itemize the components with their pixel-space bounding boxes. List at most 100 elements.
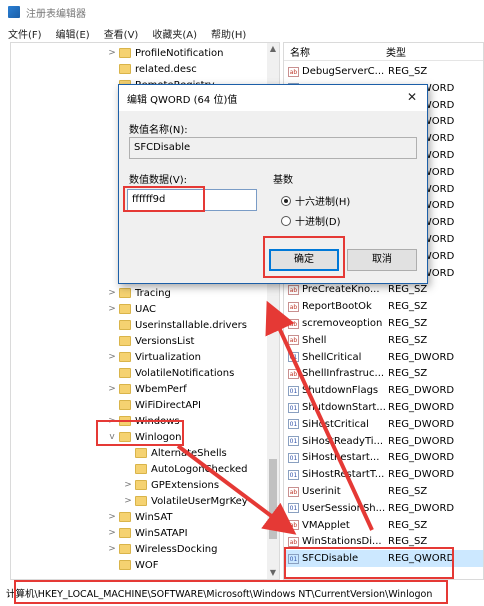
- string-value-icon: ab: [288, 486, 299, 497]
- tree-item[interactable]: > WirelessDocking: [107, 541, 217, 557]
- binary-value-icon: 01: [288, 419, 299, 430]
- chevron-right-icon[interactable]: >: [107, 384, 117, 394]
- tree-item[interactable]: AlternateShells: [123, 445, 227, 461]
- highlight-winlogon: [96, 420, 184, 446]
- list-item[interactable]: 01 ShutdownStart... REG_DWORD: [284, 399, 483, 416]
- tree-item[interactable]: WiFiDirectAPI: [107, 397, 201, 413]
- scroll-down-arrow-icon[interactable]: ▼: [267, 567, 279, 579]
- string-value-icon: ab: [288, 66, 299, 77]
- tree-item[interactable]: VolatileNotifications: [107, 365, 234, 381]
- chevron-right-icon[interactable]: >: [107, 304, 117, 314]
- chevron-right-icon[interactable]: >: [123, 496, 133, 506]
- binary-value-icon: 01: [288, 503, 299, 514]
- list-item[interactable]: ab ShellInfrastruc... REG_SZ: [284, 365, 483, 382]
- list-item[interactable]: ab VMApplet REG_SZ: [284, 517, 483, 534]
- value-type: REG_SZ: [388, 536, 428, 548]
- tree-item-label: WirelessDocking: [135, 543, 218, 555]
- tree-item[interactable]: VersionsList: [107, 333, 194, 349]
- chevron-right-icon[interactable]: >: [107, 544, 117, 554]
- chevron-right-icon[interactable]: >: [107, 288, 117, 298]
- tree-item[interactable]: WOF: [107, 557, 159, 573]
- value-name: SiHostReadyTi...: [302, 435, 384, 447]
- tree-item[interactable]: > Tracing: [107, 285, 171, 301]
- regedit-app-icon: [8, 6, 20, 18]
- radio-hex-circle[interactable]: [281, 195, 291, 206]
- folder-icon: [119, 368, 131, 378]
- menu-view[interactable]: 查看(V): [104, 26, 139, 41]
- folder-icon: [119, 64, 131, 74]
- window-title: 注册表编辑器: [26, 8, 86, 20]
- list-item[interactable]: 01 ShellCritical REG_DWORD: [284, 349, 483, 366]
- value-type: REG_SZ: [388, 301, 428, 313]
- list-item[interactable]: ab DebugServerC... REG_SZ: [284, 63, 483, 80]
- list-item[interactable]: ab ReportBootOk REG_SZ: [284, 298, 483, 315]
- radio-decimal[interactable]: 十进制(D): [281, 213, 341, 228]
- menu-help[interactable]: 帮助(H): [211, 26, 246, 41]
- list-item[interactable]: 01 ShutdownFlags REG_DWORD: [284, 382, 483, 399]
- chevron-right-icon[interactable]: >: [107, 352, 117, 362]
- string-value-icon: ab: [288, 335, 299, 346]
- chevron-right-icon[interactable]: >: [107, 528, 117, 538]
- string-value-icon: ab: [288, 520, 299, 531]
- list-item[interactable]: 01 SiHostCritical REG_DWORD: [284, 416, 483, 433]
- list-item[interactable]: 01 SiHostRestartT... REG_DWORD: [284, 466, 483, 483]
- tree-item[interactable]: > GPExtensions: [123, 477, 219, 493]
- menu-favorites[interactable]: 收藏夹(A): [152, 26, 197, 41]
- value-name: PreCreateKno...: [302, 284, 380, 296]
- tree-item[interactable]: related.desc: [107, 61, 197, 77]
- tree-item-label: WOF: [135, 559, 159, 571]
- tree-item-label: Virtualization: [135, 351, 201, 363]
- menu-file[interactable]: 文件(F): [8, 26, 42, 41]
- folder-icon: [119, 336, 131, 346]
- binary-value-icon: 01: [288, 469, 299, 480]
- string-value-icon: ab: [288, 318, 299, 329]
- value-type: REG_DWORD: [388, 435, 455, 447]
- tree-item[interactable]: > VolatileUserMgrKey: [123, 493, 248, 509]
- value-name: UserSessionSh...: [302, 502, 386, 514]
- scroll-thumb[interactable]: [269, 459, 277, 539]
- binary-value-icon: 01: [288, 436, 299, 447]
- value-type: REG_SZ: [388, 334, 428, 346]
- value-type: REG_DWORD: [388, 418, 455, 430]
- chevron-right-icon[interactable]: >: [107, 512, 117, 522]
- menu-bar: 文件(F) 编辑(E) 查看(V) 收藏夹(A) 帮助(H): [0, 24, 484, 42]
- binary-value-icon: 01: [288, 452, 299, 463]
- folder-icon: [119, 400, 131, 410]
- radio-decimal-circle[interactable]: [281, 215, 291, 226]
- folder-icon: [119, 304, 131, 314]
- tree-item[interactable]: > WinSAT: [107, 509, 172, 525]
- value-type: REG_DWORD: [388, 469, 455, 481]
- tree-item-label: AlternateShells: [151, 447, 227, 459]
- column-header-type[interactable]: 类型: [382, 44, 472, 59]
- tree-item[interactable]: AutoLogonChecked: [123, 461, 247, 477]
- highlight-status-path: [14, 580, 448, 604]
- menu-edit[interactable]: 编辑(E): [56, 26, 90, 41]
- list-item[interactable]: ab Userinit REG_SZ: [284, 483, 483, 500]
- list-item[interactable]: ab scremoveoption REG_SZ: [284, 315, 483, 332]
- folder-icon: [119, 528, 131, 538]
- chevron-right-icon[interactable]: >: [107, 48, 117, 58]
- list-item[interactable]: 01 UserSessionSh... REG_DWORD: [284, 500, 483, 517]
- scroll-up-arrow-icon[interactable]: ▲: [267, 43, 279, 55]
- tree-item[interactable]: > WinSATAPI: [107, 525, 187, 541]
- value-type: REG_SZ: [388, 284, 428, 296]
- tree-item[interactable]: > UAC: [107, 301, 156, 317]
- folder-icon: [119, 320, 131, 330]
- tree-item[interactable]: > WbemPerf: [107, 381, 186, 397]
- list-item[interactable]: ab Shell REG_SZ: [284, 332, 483, 349]
- value-type: REG_DWORD: [388, 452, 455, 464]
- cancel-button[interactable]: 取消: [347, 249, 417, 271]
- chevron-right-icon[interactable]: >: [123, 480, 133, 490]
- list-item[interactable]: 01 SiHostReadyTi... REG_DWORD: [284, 433, 483, 450]
- folder-icon: [135, 496, 147, 506]
- column-header-name[interactable]: 名称: [284, 44, 382, 59]
- string-value-icon: ab: [288, 368, 299, 379]
- value-type: REG_DWORD: [388, 402, 455, 413]
- tree-item[interactable]: Userinstallable.drivers: [107, 317, 247, 333]
- close-icon[interactable]: ✕: [405, 90, 419, 104]
- tree-item[interactable]: > ProfileNotification: [107, 45, 223, 61]
- list-item[interactable]: 01 SiHostRestart... REG_DWORD: [284, 449, 483, 466]
- radio-hex[interactable]: 十六进制(H): [281, 193, 350, 208]
- folder-icon: [119, 512, 131, 522]
- tree-item[interactable]: > Virtualization: [107, 349, 201, 365]
